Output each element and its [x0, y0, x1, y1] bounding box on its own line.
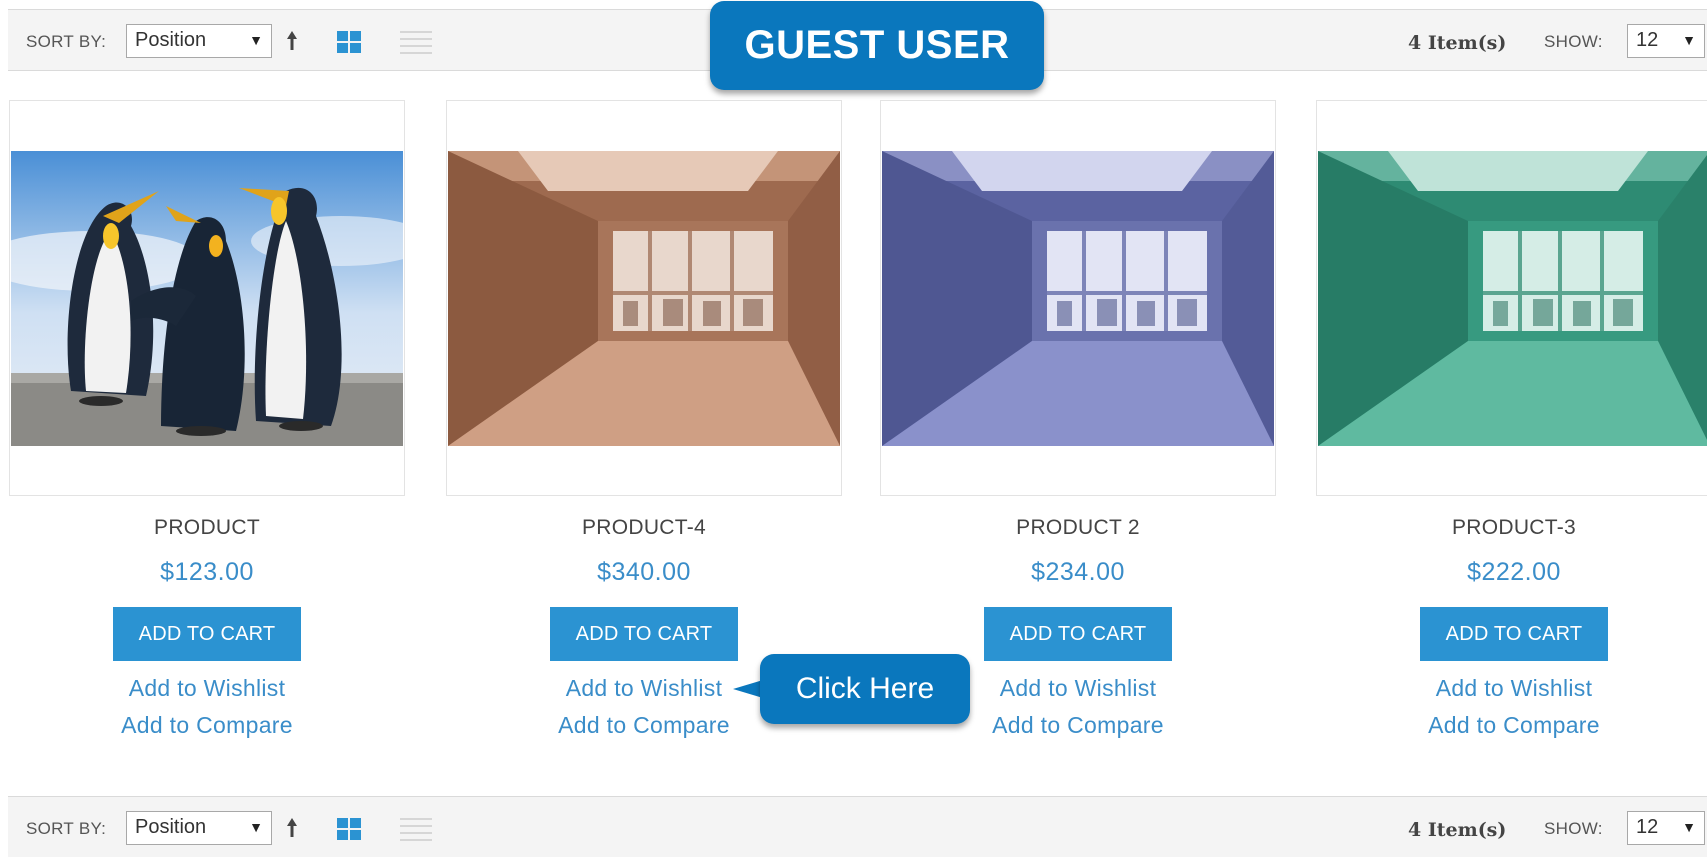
sort-by-label: SORT BY: [26, 32, 107, 51]
caret-down-icon: ▼ [1682, 32, 1696, 48]
add-to-wishlist-link[interactable]: Add to Wishlist [1316, 675, 1707, 702]
arrow-up-icon[interactable] [284, 815, 300, 841]
product-image-frame[interactable] [9, 100, 405, 496]
product-price: $340.00 [597, 558, 691, 586]
add-to-cart-button[interactable]: ADD TO CART [550, 607, 738, 661]
product-card: PRODUCT-3 $222.00 ADD TO CART Add to Wis… [1316, 100, 1707, 739]
product-name[interactable]: PRODUCT [9, 516, 405, 540]
list-view-icon[interactable] [400, 816, 432, 842]
list-view-icon[interactable] [400, 29, 432, 55]
sort-by-value: Position [135, 29, 207, 51]
product-card: PRODUCT-4 $340.00 ADD TO CART Add to Wis… [446, 100, 842, 739]
show-label: SHOW: [1544, 32, 1603, 51]
grid-view-icon[interactable] [337, 818, 361, 840]
product-card: PRODUCT 2 $234.00 ADD TO CART Add to Wis… [880, 100, 1276, 739]
show-limit-select[interactable]: 12 ▼ [1627, 811, 1705, 845]
product-name[interactable]: PRODUCT-3 [1316, 516, 1707, 540]
click-here-callout: Click Here [760, 654, 970, 724]
add-to-cart-button[interactable]: ADD TO CART [1420, 607, 1608, 661]
product-name[interactable]: PRODUCT 2 [880, 516, 1276, 540]
arrow-up-icon[interactable] [284, 28, 300, 54]
caret-down-icon: ▼ [249, 32, 263, 48]
sort-by-select[interactable]: Position ▼ [126, 811, 272, 845]
show-limit-select[interactable]: 12 ▼ [1627, 24, 1705, 58]
add-to-compare-link[interactable]: Add to Compare [1316, 712, 1707, 739]
product-price: $234.00 [1031, 558, 1125, 586]
items-count: 4 Item(s) [1408, 819, 1507, 841]
sort-by-label: SORT BY: [26, 819, 107, 838]
grid-view-icon[interactable] [337, 31, 361, 53]
show-label: SHOW: [1544, 819, 1603, 838]
sort-by-value: Position [135, 816, 207, 838]
product-image-room-brown[interactable] [448, 151, 840, 446]
add-to-cart-button[interactable]: ADD TO CART [984, 607, 1172, 661]
caret-down-icon: ▼ [249, 819, 263, 835]
add-to-wishlist-link[interactable]: Add to Wishlist [9, 675, 405, 702]
product-image-room-green[interactable] [1318, 151, 1707, 446]
add-to-compare-link[interactable]: Add to Compare [9, 712, 405, 739]
product-image-frame[interactable] [446, 100, 842, 496]
product-image-frame[interactable] [880, 100, 1276, 496]
items-count: 4 Item(s) [1408, 32, 1507, 54]
product-name[interactable]: PRODUCT-4 [446, 516, 842, 540]
product-card: PRODUCT $123.00 ADD TO CART Add to Wishl… [9, 100, 405, 739]
sort-by-select[interactable]: Position ▼ [126, 24, 272, 58]
caret-down-icon: ▼ [1682, 819, 1696, 835]
toolbar-bottom: SORT BY: Position ▼ 4 Item(s) SHOW: 12 ▼ [8, 796, 1707, 857]
product-price: $222.00 [1467, 558, 1561, 586]
product-image-penguins[interactable] [11, 151, 403, 446]
callout-pointer [733, 680, 763, 698]
show-limit-value: 12 [1636, 816, 1659, 838]
product-image-room-blue[interactable] [882, 151, 1274, 446]
guest-user-badge: GUEST USER [710, 1, 1044, 90]
product-image-frame[interactable] [1316, 100, 1707, 496]
product-price: $123.00 [160, 558, 254, 586]
add-to-cart-button[interactable]: ADD TO CART [113, 607, 301, 661]
show-limit-value: 12 [1636, 29, 1659, 51]
